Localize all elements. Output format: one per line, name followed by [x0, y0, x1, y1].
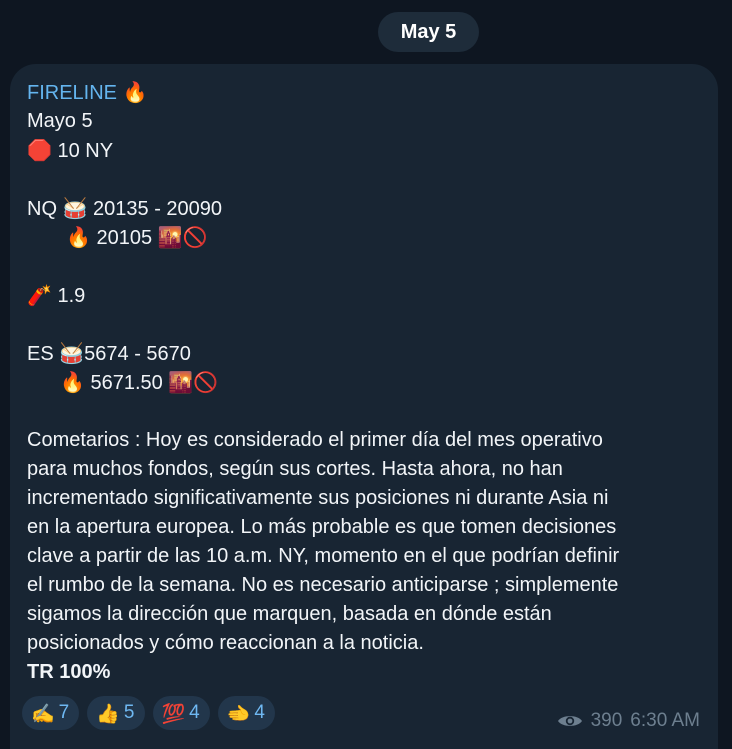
view-count: 390 — [590, 710, 623, 731]
comment-line: el rumbo de la semana. No es necesario a… — [27, 574, 619, 596]
comment-line: sigamos la dirección que marquen, basada… — [27, 603, 552, 625]
reaction-hundred[interactable]: 💯 4 — [152, 696, 210, 730]
message-text: FIRELINE 🔥 Mayo 5 🛑 10 NY NQ 🥁 20135 - 2… — [27, 78, 707, 687]
thumbs-up-emoji: 👍 — [96, 702, 120, 725]
dynamite-emoji: 🧨 — [27, 283, 52, 307]
drum-emoji: 🥁 — [59, 341, 85, 365]
comment-line: incrementado significativamente sus posi… — [27, 487, 609, 509]
leftwards-hand-emoji: 🫲 — [226, 702, 251, 725]
sunset-emoji: 🌇 — [168, 370, 194, 394]
drum-emoji: 🥁 — [62, 196, 88, 220]
nq-label: NQ — [27, 198, 57, 220]
eye-icon — [557, 716, 582, 726]
comment-paragraph: Cometarios : Hoy es considerado el prime… — [27, 426, 707, 658]
comment-line: en la apertura europea. Lo más probable … — [27, 516, 617, 538]
comment-line: Cometarios : Hoy es considerado el prime… — [27, 429, 603, 451]
fire-emoji: 🔥 — [60, 370, 85, 394]
reaction-count: 7 — [58, 702, 70, 723]
sunset-emoji: 🌇 — [157, 225, 183, 249]
comment-line: para muchos fondos, según sus cortes. Ha… — [27, 458, 563, 480]
prohibited-emoji: 🚫 — [193, 370, 219, 394]
dynamite-value: 1.9 — [57, 285, 86, 307]
writing-hand-emoji: ✍️ — [31, 702, 55, 725]
fire-emoji: 🔥 — [66, 225, 91, 249]
reactions-bar: ✍️ 7 👍 5 💯 4 🫲 4 — [22, 696, 275, 730]
es-range: 5674 - 5670 — [84, 343, 191, 365]
time-line: 10 NY — [57, 140, 114, 162]
es-level: 5671.50 — [90, 372, 163, 394]
prohibited-emoji: 🚫 — [182, 225, 208, 249]
message-time: 6:30 AM — [630, 710, 700, 731]
reaction-writing-hand[interactable]: ✍️ 7 — [22, 696, 80, 730]
es-label: ES — [27, 343, 54, 365]
fire-emoji: 🔥 — [122, 80, 148, 104]
message-meta: 390 6:30 AM — [557, 710, 700, 732]
reaction-leftwards-hand[interactable]: 🫲 4 — [217, 696, 275, 730]
reaction-thumbs-up[interactable]: 👍 5 — [87, 696, 145, 730]
nq-range: 20135 - 20090 — [93, 198, 223, 220]
date-separator: May 5 — [378, 12, 479, 52]
tr-line: TR 100% — [27, 661, 111, 683]
reaction-count: 4 — [189, 702, 200, 723]
comment-line: clave a partir de las 10 a.m. NY, moment… — [27, 545, 620, 567]
hundred-points-emoji: 💯 — [161, 702, 186, 725]
reaction-count: 4 — [254, 702, 265, 723]
channel-name[interactable]: FIRELINE — [27, 82, 117, 104]
reaction-count: 5 — [123, 702, 135, 723]
nq-level: 20105 — [96, 227, 153, 249]
date-line: Mayo 5 — [27, 110, 93, 132]
stop-sign-emoji: 🛑 — [27, 138, 52, 162]
comment-line: posicionados y cómo reaccionan a la noti… — [27, 632, 424, 654]
